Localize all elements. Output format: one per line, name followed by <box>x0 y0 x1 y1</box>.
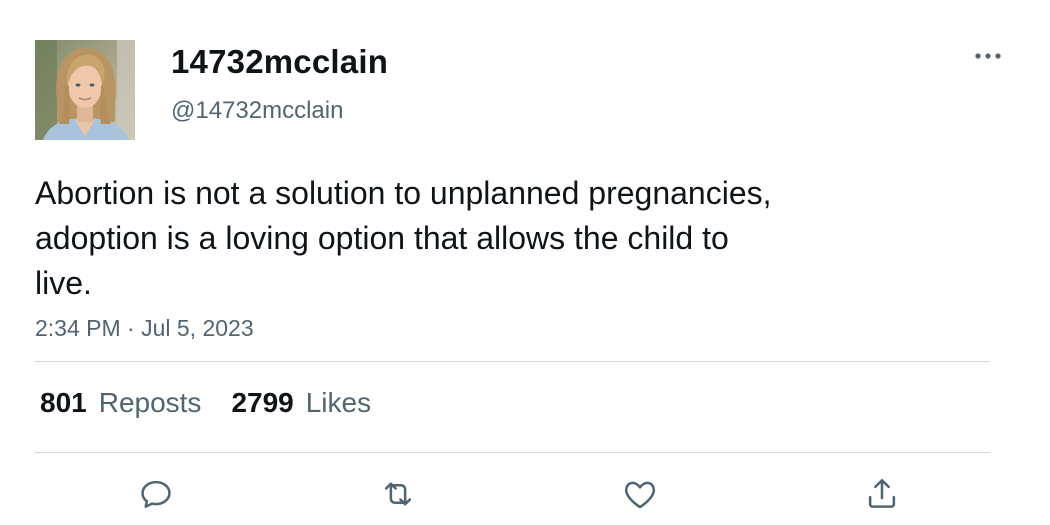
user-handle[interactable]: @14732mcclain <box>171 97 343 125</box>
share-button[interactable] <box>862 474 902 514</box>
tweet-detail: 14732mcclain @14732mcclain Abortion is n… <box>0 0 1050 525</box>
tweet-text: Abortion is not a solution to unplanned … <box>35 175 772 301</box>
tweet-timestamp[interactable]: 2:34 PM · Jul 5, 2023 <box>35 315 254 342</box>
reposts-count: 801 <box>40 387 87 418</box>
likes-label: Likes <box>305 387 372 418</box>
display-name[interactable]: 14732mcclain <box>171 43 388 81</box>
repost-button[interactable] <box>378 474 418 514</box>
action-bar <box>0 468 1050 525</box>
heart-icon <box>624 481 656 509</box>
reply-icon <box>141 480 171 508</box>
likes-count: 2799 <box>231 387 294 418</box>
avatar[interactable] <box>35 40 135 140</box>
likes-stat[interactable]: 2799 Likes <box>231 387 371 419</box>
share-icon <box>868 478 896 508</box>
repost-icon <box>384 482 412 506</box>
reply-button[interactable] <box>136 474 176 514</box>
like-button[interactable] <box>620 474 660 514</box>
reposts-stat[interactable]: 801 Reposts <box>40 387 201 419</box>
divider <box>35 361 990 362</box>
divider <box>35 452 990 453</box>
more-options-button[interactable] <box>968 42 1008 70</box>
engagement-stats: 801 Reposts 2799 Likes <box>40 387 401 419</box>
more-horizontal-icon <box>975 53 1001 59</box>
avatar-image <box>35 40 135 140</box>
reposts-label: Reposts <box>98 387 202 418</box>
